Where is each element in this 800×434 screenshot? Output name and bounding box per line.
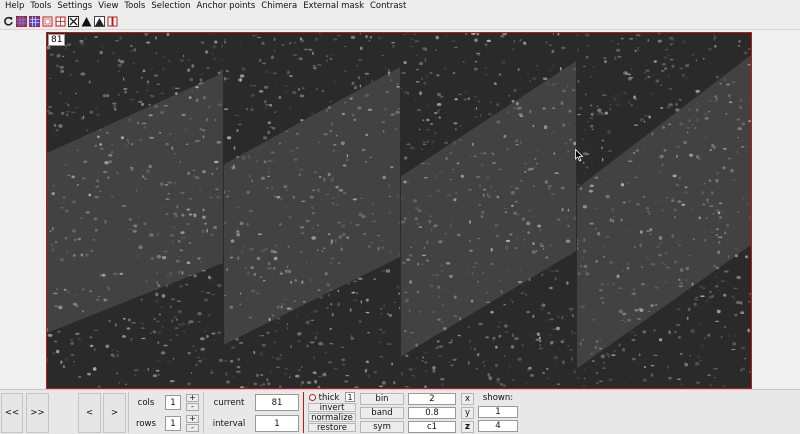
contrast-auto-icon[interactable]: [94, 15, 105, 27]
interval-label: interval: [212, 418, 246, 429]
menu-external-mask[interactable]: External mask: [302, 0, 369, 13]
fit-icon[interactable]: [68, 15, 79, 27]
shown-first-field[interactable]: 1: [478, 406, 518, 418]
z-axis-button[interactable]: z: [461, 421, 474, 433]
next-frame-button[interactable]: >: [103, 393, 126, 433]
menu-contrast[interactable]: Contrast: [369, 0, 411, 13]
image-panel: [400, 33, 576, 388]
grid-icon[interactable]: [29, 15, 40, 27]
toolbar: [0, 13, 800, 30]
sym-field[interactable]: c1: [408, 421, 456, 433]
rectangle-icon[interactable]: [42, 16, 53, 27]
previous-frame-button[interactable]: <: [78, 393, 101, 433]
restore-button[interactable]: restore: [308, 423, 356, 433]
contrast-icon[interactable]: [81, 16, 92, 27]
normalize-button[interactable]: normalize: [308, 413, 356, 423]
frame-number-label: 81: [48, 34, 66, 46]
rows-label: rows: [136, 418, 156, 429]
current-label: current: [213, 397, 245, 408]
control-panel: << >> < > cols 1 + - rows 1 + - current …: [0, 389, 800, 434]
cols-decrease-button[interactable]: -: [186, 403, 199, 411]
shown-count-field[interactable]: 4: [478, 420, 518, 432]
divider: [203, 392, 204, 433]
menu-settings[interactable]: Settings: [56, 0, 97, 13]
thick-radio[interactable]: [309, 394, 316, 401]
x-axis-button[interactable]: x: [461, 393, 474, 405]
menu-bar: Help Tools Settings View Tools Selection Ancho…: [0, 0, 800, 13]
crosshair-icon[interactable]: [55, 16, 66, 27]
grid-select-icon[interactable]: [16, 15, 27, 27]
panel-divider: [223, 33, 224, 388]
menu-view[interactable]: View: [97, 0, 123, 13]
cols-label: cols: [137, 397, 155, 408]
image-panel: [47, 33, 223, 388]
micrograph-view[interactable]: 81: [46, 32, 752, 389]
menu-help[interactable]: Help: [4, 0, 29, 13]
menu-tools[interactable]: Tools: [123, 0, 150, 13]
thick-field[interactable]: 1: [345, 392, 355, 402]
cols-increase-button[interactable]: +: [186, 394, 199, 402]
app-window: Help Tools Settings View Tools Selection Ancho…: [0, 0, 800, 434]
divider: [303, 392, 304, 433]
menu-anchor-points[interactable]: Anchor points: [196, 0, 261, 13]
band-button[interactable]: band: [360, 407, 404, 419]
y-axis-button[interactable]: y: [461, 407, 474, 419]
menu-tools[interactable]: Tools: [29, 0, 56, 13]
refresh-icon[interactable]: [3, 16, 14, 27]
panel-divider: [400, 33, 401, 388]
rows-field[interactable]: 1: [165, 416, 181, 431]
first-frame-button[interactable]: <<: [1, 393, 23, 433]
bin-field[interactable]: 2: [408, 393, 456, 405]
mouse-pointer-icon: [575, 148, 584, 165]
band-field[interactable]: 0.8: [408, 407, 456, 419]
current-frame-field[interactable]: 81: [255, 394, 299, 411]
sym-button[interactable]: sym: [360, 421, 404, 433]
cols-field[interactable]: 1: [165, 395, 181, 410]
menu-chimera[interactable]: Chimera: [260, 0, 302, 13]
image-panel: [223, 33, 400, 388]
image-panel: [576, 33, 751, 388]
panel-divider: [576, 33, 577, 388]
bin-button[interactable]: bin: [360, 393, 404, 405]
menu-selection[interactable]: Selection: [150, 0, 195, 13]
rows-decrease-button[interactable]: -: [186, 424, 199, 432]
rows-increase-button[interactable]: +: [186, 415, 199, 423]
divider: [128, 392, 129, 433]
viewer-area: 81: [0, 30, 800, 389]
last-frame-button[interactable]: >>: [26, 393, 49, 433]
interval-field[interactable]: 1: [255, 415, 299, 432]
mask-icon[interactable]: [107, 16, 118, 27]
shown-label: shown:: [482, 393, 514, 403]
invert-button[interactable]: invert: [308, 403, 356, 413]
thick-label: thick: [318, 392, 340, 403]
